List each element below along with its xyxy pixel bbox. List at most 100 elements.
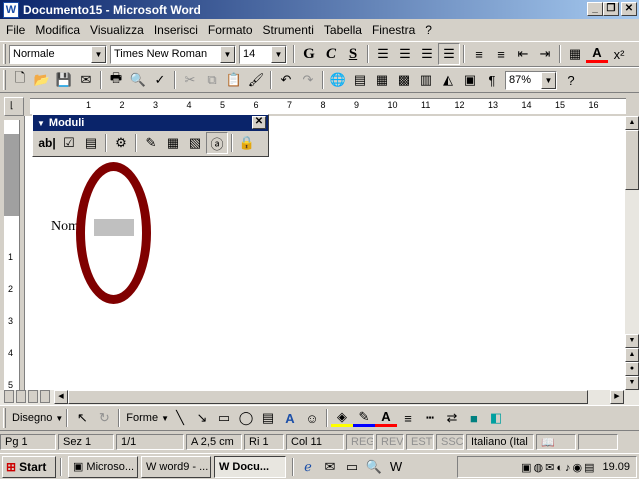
- email-icon[interactable]: ✉: [75, 69, 97, 91]
- print-layout-icon[interactable]: [28, 390, 38, 403]
- underline-button[interactable]: S: [342, 43, 364, 65]
- drawing-icon[interactable]: ◭: [437, 69, 459, 91]
- insert-table-icon[interactable]: ▦: [371, 69, 393, 91]
- justify-icon[interactable]: ☰: [438, 43, 460, 65]
- status-rev[interactable]: REV: [376, 434, 404, 450]
- shadow-icon[interactable]: ■: [463, 407, 485, 429]
- arrow-icon[interactable]: ↘: [191, 407, 213, 429]
- office-assistant-icon[interactable]: ?: [560, 69, 582, 91]
- scroll-thumb[interactable]: [625, 130, 639, 190]
- close-icon[interactable]: ✕: [252, 116, 266, 129]
- document-map-icon[interactable]: ▣: [459, 69, 481, 91]
- browse-object-icon[interactable]: ●: [625, 362, 639, 376]
- hyperlink-icon[interactable]: 🌐: [327, 69, 349, 91]
- menu-formato[interactable]: Formato: [208, 23, 253, 37]
- tables-borders-icon[interactable]: ▤: [349, 69, 371, 91]
- word-icon[interactable]: W: [3, 1, 19, 18]
- menu-visualizza[interactable]: Visualizza: [90, 23, 144, 37]
- text-box-icon[interactable]: ▤: [257, 407, 279, 429]
- protect-form-icon[interactable]: 🔒: [236, 132, 258, 154]
- insert-excel-icon[interactable]: ▩: [393, 69, 415, 91]
- toolbar-grip[interactable]: [3, 44, 6, 64]
- superscript-icon[interactable]: x²: [608, 43, 630, 65]
- taskbar-item-microsoft[interactable]: ▣ Microso...: [68, 455, 138, 478]
- horizontal-scroll-thumb[interactable]: [68, 390, 588, 404]
- format-painter-icon[interactable]: 🖌: [245, 69, 267, 91]
- decrease-indent-icon[interactable]: ⇤: [512, 43, 534, 65]
- document-area[interactable]: Nome: [24, 116, 625, 390]
- size-combo[interactable]: 14 ▼: [239, 44, 287, 64]
- chevron-down-icon[interactable]: ▼: [541, 71, 556, 89]
- columns-icon[interactable]: ▥: [415, 69, 437, 91]
- free-rotate-icon[interactable]: ↻: [93, 407, 115, 429]
- print-preview-icon[interactable]: 🔍: [127, 69, 149, 91]
- chevron-down-icon[interactable]: ▼: [37, 119, 45, 128]
- line-style-icon[interactable]: ≡: [397, 407, 419, 429]
- paste-icon[interactable]: 📋: [223, 69, 245, 91]
- draw-table-icon[interactable]: ✎: [140, 132, 162, 154]
- scroll-left-icon[interactable]: ◀: [54, 390, 68, 404]
- menu-help[interactable]: ?: [425, 23, 432, 37]
- tab-selector[interactable]: ⌊: [4, 97, 24, 116]
- horizontal-ruler[interactable]: 1 2 3 4 5 6 7 8 9 10 11 12 13 14 15 16: [30, 98, 626, 114]
- toolbar-grip[interactable]: [3, 70, 6, 90]
- vertical-ruler[interactable]: 1 2 3 4 5: [4, 120, 20, 390]
- menu-strumenti[interactable]: Strumenti: [263, 23, 314, 37]
- taskbar-item-word9[interactable]: W word9 - ...: [141, 455, 211, 478]
- show-hide-icon[interactable]: ¶: [481, 69, 503, 91]
- previous-page-icon[interactable]: ▲: [625, 348, 639, 362]
- align-right-icon[interactable]: ☰: [416, 43, 438, 65]
- numbered-list-icon[interactable]: ≡: [468, 43, 490, 65]
- word-quicklaunch-icon[interactable]: W: [385, 456, 407, 478]
- align-center-icon[interactable]: ☰: [394, 43, 416, 65]
- moduli-toolbar[interactable]: ▼ Moduli ✕ ab| ☑ ▤ ⚙ ✎ ▦ ▧ ⓐ 🔒: [32, 114, 269, 157]
- search-icon[interactable]: 🔍: [363, 456, 385, 478]
- border-icon[interactable]: ▦: [564, 43, 586, 65]
- chevron-down-icon[interactable]: ▼: [55, 414, 63, 423]
- outline-view-icon[interactable]: [40, 390, 50, 403]
- font-combo[interactable]: Times New Roman ▼: [110, 44, 236, 64]
- line-icon[interactable]: ╲: [169, 407, 191, 429]
- status-est[interactable]: EST: [406, 434, 434, 450]
- outlook-icon[interactable]: ✉: [319, 456, 341, 478]
- rectangle-icon[interactable]: ▭: [213, 407, 235, 429]
- taskbar-item-documento[interactable]: W Docu...: [214, 455, 286, 478]
- chevron-down-icon[interactable]: ▼: [91, 45, 106, 63]
- menu-finestra[interactable]: Finestra: [372, 23, 415, 37]
- tray-icons[interactable]: ▣◍✉◐♪◉▤: [521, 461, 596, 474]
- horizontal-scrollbar[interactable]: ◀ ▶: [0, 390, 639, 405]
- font-color-icon[interactable]: A: [374, 409, 397, 427]
- status-ssc[interactable]: SSC: [436, 434, 464, 450]
- oval-icon[interactable]: ◯: [235, 407, 257, 429]
- dropdown-field-icon[interactable]: ▤: [80, 132, 102, 154]
- menu-modifica[interactable]: Modifica: [35, 23, 80, 37]
- new-document-icon[interactable]: 🗋: [9, 69, 31, 91]
- align-left-icon[interactable]: ☰: [372, 43, 394, 65]
- chevron-down-icon[interactable]: ▼: [161, 414, 169, 423]
- text-field-button[interactable]: ab|: [36, 132, 58, 154]
- next-page-icon[interactable]: ▼: [625, 376, 639, 390]
- cut-icon[interactable]: ✂: [179, 69, 201, 91]
- checkbox-button[interactable]: ☑: [58, 132, 80, 154]
- redo-icon[interactable]: ↷: [297, 69, 319, 91]
- 3d-icon[interactable]: ◧: [485, 407, 507, 429]
- disegno-menu[interactable]: Disegno: [12, 412, 52, 424]
- moduli-titlebar[interactable]: ▼ Moduli ✕: [33, 115, 268, 131]
- start-button[interactable]: ⊞ Start: [2, 455, 56, 478]
- open-folder-icon[interactable]: 📂: [31, 69, 53, 91]
- normal-view-icon[interactable]: [4, 390, 14, 403]
- print-icon[interactable]: 🖶: [105, 69, 127, 91]
- wordart-icon[interactable]: A: [279, 407, 301, 429]
- web-layout-icon[interactable]: [16, 390, 26, 403]
- insert-frame-icon[interactable]: ▧: [184, 132, 206, 154]
- clipart-icon[interactable]: ☺: [301, 407, 323, 429]
- desktop-icon[interactable]: ▭: [341, 456, 363, 478]
- menu-inserisci[interactable]: Inserisci: [154, 23, 198, 37]
- chevron-down-icon[interactable]: ▼: [271, 45, 286, 63]
- style-combo[interactable]: Normale ▼: [9, 44, 107, 64]
- ie-icon[interactable]: ℯ: [297, 456, 319, 478]
- copy-icon[interactable]: ⧉: [201, 69, 223, 91]
- chevron-down-icon[interactable]: ▼: [220, 45, 235, 63]
- font-color-icon[interactable]: A: [586, 45, 608, 63]
- scroll-down-icon[interactable]: ▼: [625, 334, 639, 348]
